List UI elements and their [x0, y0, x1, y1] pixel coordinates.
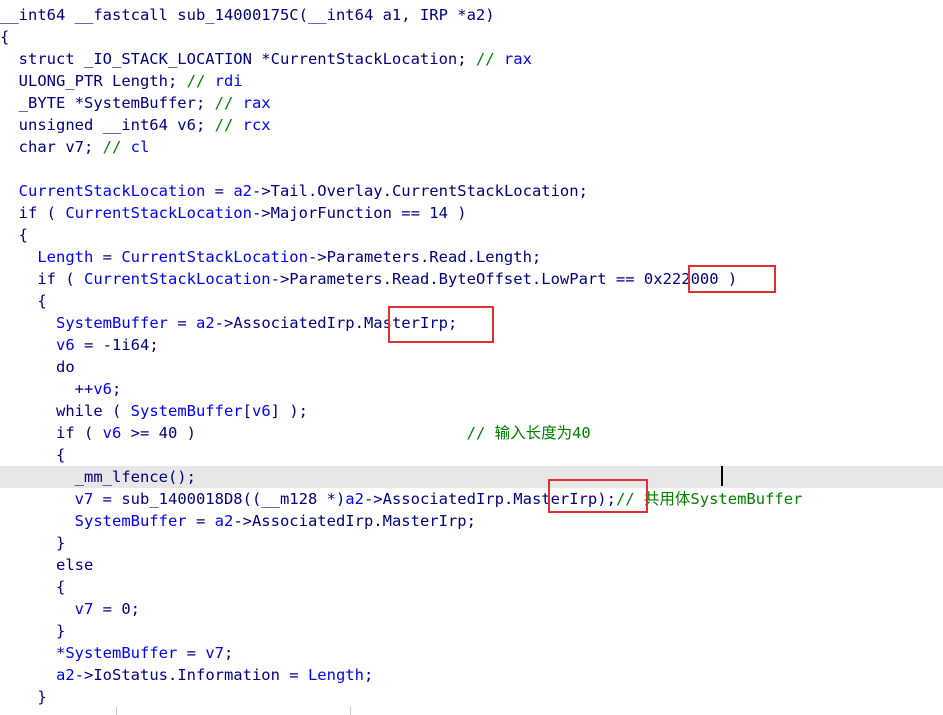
code-line-6[interactable]: unsigned __int64 v6; // rcx [0, 114, 943, 136]
code-line-25[interactable]: } [0, 532, 943, 554]
var-decl-system-buffer: _BYTE *SystemBuffer; // rax [0, 94, 271, 112]
if-length-check: if ( v6 >= 40 ) // 输入长度为40 [0, 424, 591, 442]
text-cursor [721, 466, 723, 486]
brace: { [0, 28, 10, 46]
var-decl-length: ULONG_PTR Length; // rdi [0, 72, 243, 90]
brace: { [0, 226, 28, 244]
code-line-12[interactable]: Length = CurrentStackLocation->Parameter… [0, 246, 943, 268]
code-line-13[interactable]: if ( CurrentStackLocation->Parameters.Re… [0, 268, 943, 290]
code-line-17[interactable]: do [0, 356, 943, 378]
else-keyword: else [0, 556, 94, 574]
code-line-22-current[interactable]: _mm_lfence(); [0, 466, 943, 488]
code-line-29[interactable]: } [0, 620, 943, 642]
if-major-function: if ( CurrentStackLocation->MajorFunction… [0, 204, 467, 222]
code-line-4[interactable]: ULONG_PTR Length; // rdi [0, 70, 943, 92]
brace: } [0, 688, 47, 706]
code-line-31[interactable]: a2->IoStatus.Information = Length; [0, 664, 943, 686]
brace: { [0, 446, 66, 464]
highlight-box-masterirp-1 [388, 306, 494, 343]
mm-lfence-call: _mm_lfence(); [0, 468, 196, 486]
code-line-24[interactable]: SystemBuffer = a2->AssociatedIrp.MasterI… [0, 510, 943, 532]
code-line-2[interactable]: { [0, 26, 943, 48]
code-line-5[interactable]: _BYTE *SystemBuffer; // rax [0, 92, 943, 114]
var-decl-v7: char v7; // cl [0, 138, 150, 156]
code-line-27[interactable]: { [0, 576, 943, 598]
increment-v6: ++v6; [0, 380, 122, 398]
brace: } [0, 534, 66, 552]
code-line-1[interactable]: __int64 __fastcall sub_14000175C(__int64… [0, 4, 943, 26]
highlight-box-masterirp-2 [548, 479, 648, 513]
brace: } [0, 622, 66, 640]
function-signature: __int64 __fastcall sub_14000175C(__int64… [0, 6, 495, 24]
assign-v7-zero: v7 = 0; [74, 600, 140, 618]
reassign-system-buffer: SystemBuffer = a2->AssociatedIrp.MasterI… [74, 512, 476, 530]
if-ioctl-code: if ( CurrentStackLocation->Parameters.Re… [0, 270, 738, 288]
code-line-28[interactable]: v7 = 0; [0, 598, 943, 620]
highlight-box-ioctl [688, 265, 776, 293]
assign-length: Length = CurrentStackLocation->Parameter… [37, 248, 542, 266]
code-line-9[interactable]: CurrentStackLocation = a2->Tail.Overlay.… [0, 180, 943, 202]
code-line-18[interactable]: ++v6; [0, 378, 943, 400]
code-line-10[interactable]: if ( CurrentStackLocation->MajorFunction… [0, 202, 943, 224]
brace: { [0, 292, 47, 310]
code-line-11[interactable]: { [0, 224, 943, 246]
code-line-26[interactable]: else [0, 554, 943, 576]
code-line-19[interactable]: while ( SystemBuffer[v6] ); [0, 400, 943, 422]
assign-current-stack-location: CurrentStackLocation = a2->Tail.Overlay.… [18, 182, 588, 200]
var-decl-v6: unsigned __int64 v6; // rcx [0, 116, 271, 134]
do-keyword: do [0, 358, 75, 376]
assign-v7-call: v7 = sub_1400018D8((__m128 *)a2->Associa… [74, 490, 803, 508]
code-line-8[interactable] [0, 158, 943, 180]
code-line-30[interactable]: *SystemBuffer = v7; [0, 642, 943, 664]
code-line-3[interactable]: struct _IO_STACK_LOCATION *CurrentStackL… [0, 48, 943, 70]
brace: { [0, 578, 66, 596]
var-decl-current-stack-location: struct _IO_STACK_LOCATION *CurrentStackL… [0, 50, 532, 68]
store-v7: *SystemBuffer = v7; [0, 644, 234, 662]
code-line-20[interactable]: if ( v6 >= 40 ) // 输入长度为40 [0, 422, 943, 444]
assign-v6: v6 = -1i64; [56, 336, 159, 354]
code-line-7[interactable]: char v7; // cl [0, 136, 943, 158]
code-line-21[interactable]: { [0, 444, 943, 466]
status-separator [116, 707, 117, 715]
assign-io-status: a2->IoStatus.Information = Length; [56, 666, 374, 684]
while-loop: while ( SystemBuffer[v6] ); [0, 402, 308, 420]
code-line-32[interactable]: } [0, 686, 943, 708]
status-separator [350, 707, 351, 715]
code-line-23[interactable]: v7 = sub_1400018D8((__m128 *)a2->Associa… [0, 488, 943, 510]
